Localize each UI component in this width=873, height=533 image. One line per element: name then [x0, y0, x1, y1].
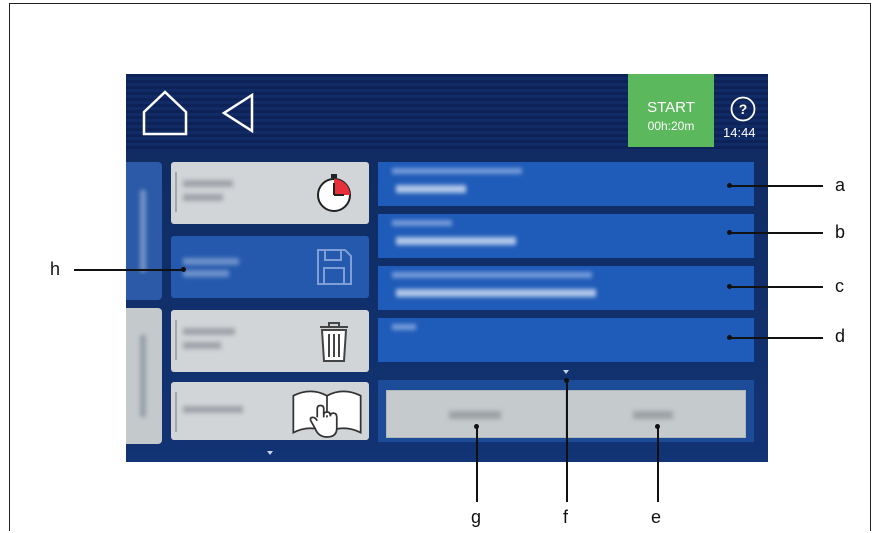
top-bar: START 00h:20m ? 14:44 — [126, 74, 768, 150]
callout-b: b — [835, 222, 846, 242]
start-label: START — [647, 99, 695, 116]
field-value-blurred — [396, 237, 516, 245]
trash-icon — [320, 322, 348, 362]
fields-scroll-down-arrow[interactable] — [563, 370, 569, 374]
callout-f: f — [563, 507, 569, 527]
tile-text-blurred — [183, 406, 243, 413]
button-text-blurred — [633, 411, 673, 419]
callout-dot-c — [727, 284, 732, 289]
callout-dot-f — [564, 378, 569, 383]
home-icon[interactable] — [140, 88, 190, 138]
field-label-blurred — [392, 324, 416, 330]
field-label-blurred — [392, 272, 592, 278]
callout-dot-b — [727, 230, 732, 235]
callout-line-b — [729, 232, 823, 234]
back-arrow-icon[interactable] — [218, 92, 258, 134]
tile-text-blurred — [183, 180, 233, 187]
field-a[interactable] — [378, 162, 754, 206]
callout-g: g — [471, 507, 482, 527]
start-button[interactable]: START 00h:20m — [628, 74, 714, 147]
tile-divider — [175, 320, 177, 360]
callout-line-f — [566, 380, 568, 502]
tile-text-blurred — [183, 258, 239, 265]
button-text-blurred — [449, 411, 501, 419]
start-timer: 00h:20m — [647, 119, 695, 133]
field-d[interactable] — [378, 318, 754, 362]
floppy-disk-icon — [317, 249, 352, 285]
print-button[interactable] — [566, 390, 746, 438]
field-value-blurred — [396, 289, 596, 297]
callout-dot-g — [474, 424, 479, 429]
field-b[interactable] — [378, 214, 754, 258]
clock: 14:44 — [723, 125, 756, 140]
manual-tile[interactable] — [171, 382, 369, 440]
tile-text-blurred — [183, 342, 221, 349]
device-screen: START 00h:20m ? 14:44 — [126, 74, 768, 462]
field-value-blurred — [396, 185, 466, 193]
callout-dot-e — [655, 424, 660, 429]
side-tab-upper-label — [140, 189, 146, 273]
field-label-blurred — [392, 220, 452, 226]
callout-line-d — [729, 337, 823, 339]
callout-e: e — [651, 507, 662, 527]
manual-book-icon — [292, 390, 362, 438]
callout-line-h — [74, 269, 184, 271]
timer-icon — [317, 174, 351, 212]
callout-line-e — [657, 426, 659, 502]
side-tab-lower[interactable] — [126, 308, 162, 444]
callout-line-g — [476, 426, 478, 502]
field-c[interactable] — [378, 266, 754, 310]
side-tab-upper[interactable] — [126, 162, 162, 300]
tiles-scroll-down-arrow[interactable] — [267, 451, 273, 455]
field-label-blurred — [392, 168, 522, 174]
tile-text-blurred — [183, 328, 235, 335]
callout-dot-d — [727, 335, 732, 340]
callout-h: h — [50, 259, 61, 279]
help-symbol: ? — [739, 101, 748, 117]
tile-text-blurred — [183, 194, 223, 201]
tile-text-blurred — [183, 270, 229, 277]
timer-tile[interactable] — [171, 162, 369, 224]
tile-divider — [175, 172, 177, 212]
callout-dot-a — [727, 183, 732, 188]
tile-divider — [175, 392, 177, 432]
callout-a: a — [835, 175, 846, 195]
callout-d: d — [835, 326, 846, 346]
callout-dot-h — [181, 267, 186, 272]
side-tab-lower-label — [140, 335, 146, 417]
callout-c: c — [835, 276, 844, 296]
delete-tile[interactable] — [171, 310, 369, 372]
callout-line-a — [729, 185, 823, 187]
save-tile[interactable] — [171, 236, 369, 298]
help-icon[interactable]: ? — [730, 96, 756, 122]
callout-line-c — [729, 286, 823, 288]
